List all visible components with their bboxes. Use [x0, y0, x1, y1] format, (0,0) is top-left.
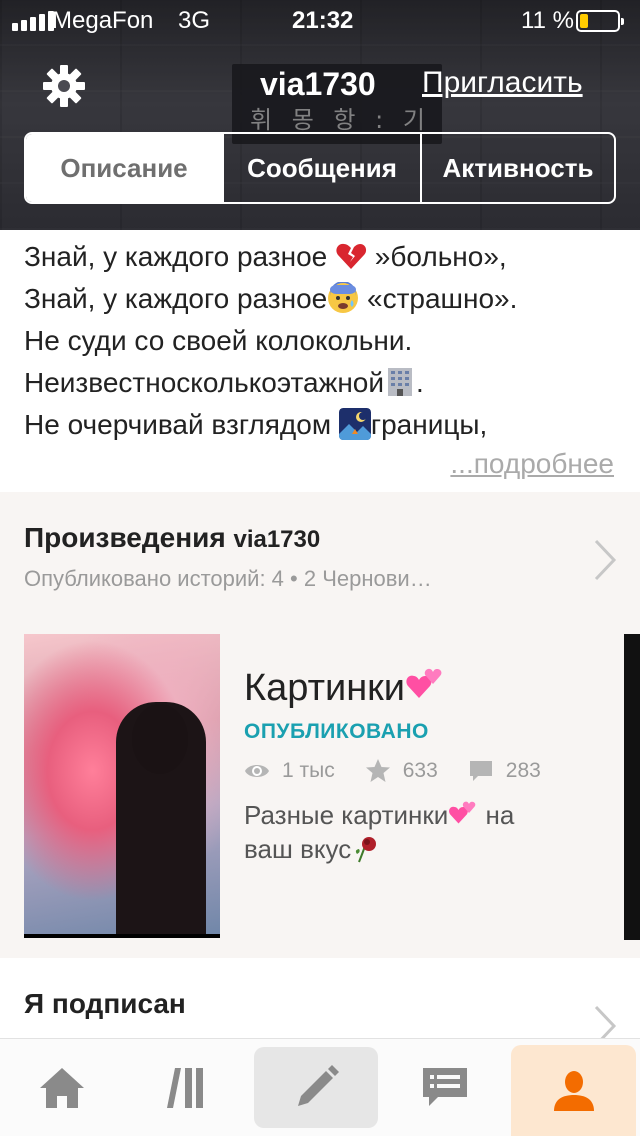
profile-screen: 휘 몽 항 : 기 MegaFon 3G 21:32 11 % via1730 … [0, 0, 640, 1136]
profile-header: 휘 몽 항 : 기 MegaFon 3G 21:32 11 % via1730 … [0, 0, 640, 230]
library-icon [167, 1067, 204, 1108]
anxious-face-icon [328, 282, 359, 313]
tab-description[interactable]: Описание [26, 134, 222, 202]
comment-icon [469, 761, 492, 781]
battery-icon [576, 10, 624, 32]
bio-line: Не очерчивай взглядом границы, [24, 408, 488, 440]
home-icon [40, 1067, 85, 1108]
comments-count: 283 [505, 759, 541, 782]
bio-line: Знай, у каждого разное «страшно». [24, 282, 518, 314]
star-icon [365, 759, 390, 782]
bio-line: Знай, у каждого разное »больно», [24, 241, 507, 272]
messages-icon [422, 1067, 467, 1106]
profile-bio: Знай, у каждого разное »больно», Знай, у… [24, 236, 624, 446]
tab-activity[interactable]: Активность [420, 134, 614, 202]
nav-home[interactable] [0, 1039, 125, 1136]
story-description: Разные картинки на ваш вкус [244, 800, 515, 864]
votes-count: 633 [402, 759, 438, 782]
profile-username: via1730 [260, 66, 376, 102]
views-count: 1 тыс [282, 759, 335, 782]
battery-percent: 11 % [521, 7, 574, 34]
works-title[interactable]: Произведения via1730 [24, 522, 320, 554]
following-title[interactable]: Я подписан [24, 988, 186, 1020]
nav-profile[interactable] [511, 1045, 636, 1136]
next-story-edge[interactable] [624, 634, 640, 940]
read-more-link[interactable]: ...подробнее [450, 448, 614, 480]
story-stats: 1 тыс 633 283 [244, 758, 571, 784]
signal-strength-icon [12, 11, 54, 31]
pencil-icon [297, 1064, 339, 1106]
carrier-name: MegaFon [52, 7, 154, 34]
broken-heart-icon [336, 243, 367, 269]
chevron-right-icon[interactable] [592, 538, 618, 582]
office-building-icon [388, 368, 413, 396]
bottom-tab-bar [0, 1038, 640, 1136]
nav-write[interactable] [253, 1047, 379, 1128]
story-title[interactable]: Картинки [244, 664, 445, 710]
nav-library[interactable] [125, 1039, 250, 1136]
bio-line: Неизвестносколькоэтажной . [24, 367, 424, 398]
tab-messages[interactable]: Сообщения [222, 134, 420, 202]
nav-messages[interactable] [382, 1039, 507, 1136]
two-hearts-icon [449, 801, 476, 824]
clock: 21:32 [292, 7, 354, 34]
status-bar: MegaFon 3G 21:32 11 % [0, 0, 640, 40]
invite-link[interactable]: Пригласить [422, 66, 583, 100]
bio-line: Не суди со своей колокольни. [24, 325, 413, 356]
night-sky-icon [338, 408, 371, 440]
story-cover-image[interactable] [24, 634, 220, 938]
wilted-rose-icon [356, 837, 377, 863]
eye-icon [245, 765, 269, 777]
works-subtitle: Опубликовано историй: 4 • 2 Чернови… [24, 566, 432, 591]
two-hearts-icon [406, 668, 442, 698]
profile-icon [553, 1070, 594, 1111]
story-status-badge: ОПУБЛИКОВАНО [244, 720, 429, 743]
gear-icon[interactable] [40, 62, 88, 110]
network-type: 3G [178, 7, 211, 34]
profile-tabs: Описание Сообщения Активность [24, 132, 616, 204]
